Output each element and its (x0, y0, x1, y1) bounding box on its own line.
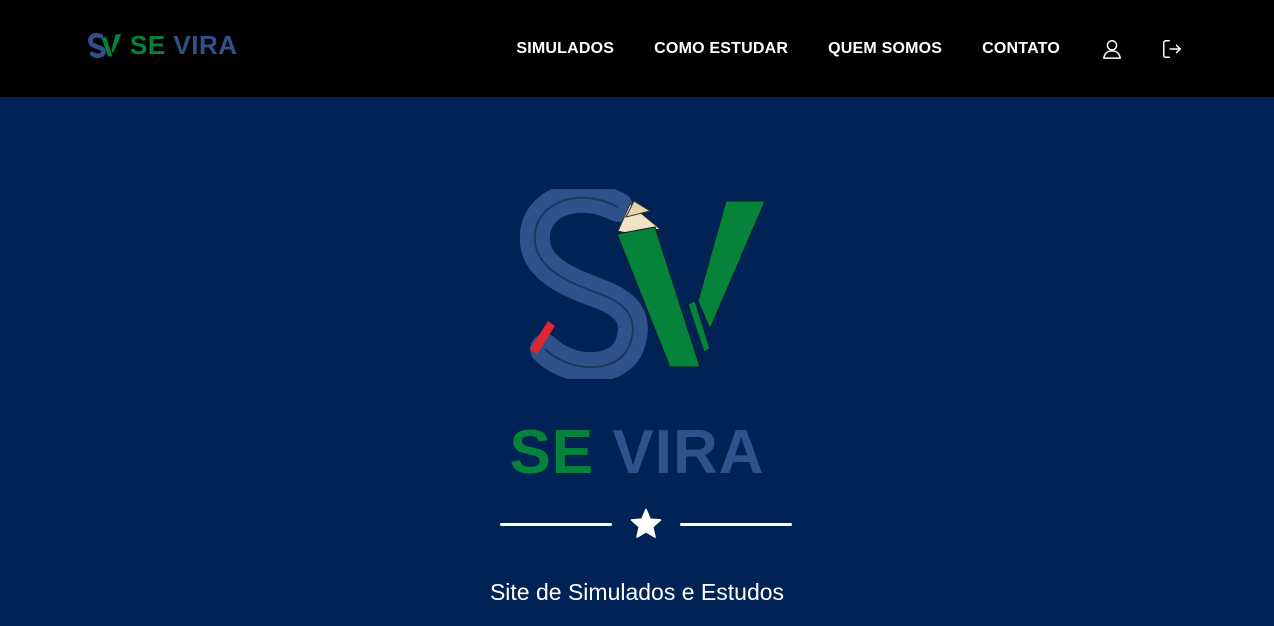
hero-section: SE VIRA Site de Simulados e Estudos (0, 97, 1274, 626)
hero-title: SE VIRA (0, 419, 1274, 487)
main-nav: SIMULADOS COMO ESTUDAR QUEM SOMOS CONTAT… (516, 0, 1274, 97)
star-icon (630, 508, 662, 538)
star-divider (500, 507, 792, 541)
brand-text-vira: VIRA (173, 30, 238, 60)
brand-home-link[interactable]: SE VIRA (88, 30, 238, 60)
navbar: SE VIRA SIMULADOS COMO ESTUDAR QUEM SOMO… (0, 0, 1274, 97)
nav-link-como-estudar[interactable]: COMO ESTUDAR (654, 40, 788, 58)
logo-s-shape (520, 189, 648, 379)
divider-line-left (500, 523, 612, 526)
nav-link-quem-somos[interactable]: QUEM SOMOS (828, 40, 942, 58)
hero-title-vira: VIRA (612, 418, 765, 487)
sv-hero-logo (520, 189, 766, 379)
sv-logo-icon (88, 33, 122, 58)
logout-icon[interactable] (1160, 37, 1184, 61)
hero-subtitle: Site de Simulados e Estudos (489, 579, 785, 605)
nav-link-simulados[interactable]: SIMULADOS (516, 40, 614, 58)
logo-v-right (697, 200, 766, 331)
brand-text-se: SE (130, 30, 166, 60)
user-icon[interactable] (1100, 37, 1124, 61)
hero-title-se: SE (509, 418, 595, 487)
divider-line-right (680, 523, 792, 526)
nav-link-contato[interactable]: CONTATO (982, 40, 1060, 58)
